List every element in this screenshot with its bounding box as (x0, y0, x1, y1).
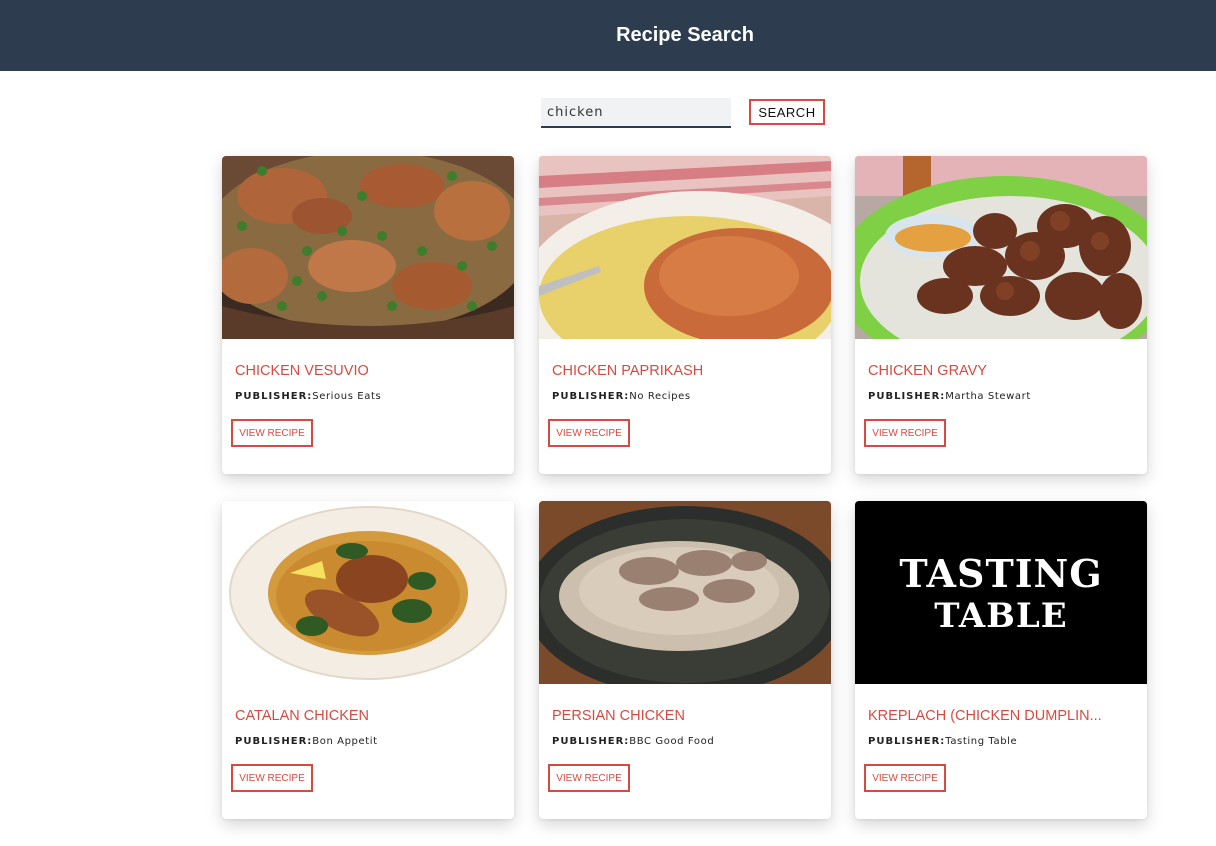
publisher-label: PUBLISHER: (868, 391, 946, 402)
persian-chicken-photo[interactable] (539, 501, 831, 684)
recipe-grid: Chicken Vesuvio PUBLISHER:Serious Eats V… (222, 156, 1147, 826)
publisher-name: BBC Good Food (629, 736, 715, 747)
recipe-title[interactable]: Catalan Chicken (235, 708, 505, 724)
search-input[interactable] (541, 98, 731, 128)
chicken-gravy-photo[interactable] (855, 156, 1147, 339)
recipe-card: Chicken Gravy PUBLISHER:Martha Stewart V… (855, 156, 1147, 474)
recipe-publisher: PUBLISHER:Serious Eats (235, 391, 381, 402)
recipe-publisher: PUBLISHER:No Recipes (552, 391, 691, 402)
publisher-name: Tasting Table (945, 736, 1018, 747)
view-recipe-button[interactable]: VIEW RECIPE (548, 419, 630, 447)
chicken-paprikash-photo[interactable] (539, 156, 831, 339)
recipe-title[interactable]: Chicken Vesuvio (235, 363, 505, 379)
recipe-card: Catalan Chicken PUBLISHER:Bon Appetit VI… (222, 501, 514, 819)
view-recipe-button[interactable]: VIEW RECIPE (548, 764, 630, 792)
search-button[interactable]: SEARCH (749, 99, 825, 125)
publisher-label: PUBLISHER: (235, 391, 313, 402)
recipe-publisher: PUBLISHER:BBC Good Food (552, 736, 714, 747)
publisher-label: PUBLISHER: (552, 391, 630, 402)
recipe-card: Persian Chicken PUBLISHER:BBC Good Food … (539, 501, 831, 819)
recipe-title[interactable]: KREPLACH (CHICKEN DUMPLIN... (868, 708, 1138, 724)
recipe-card: Chicken Vesuvio PUBLISHER:Serious Eats V… (222, 156, 514, 474)
publisher-name: Serious Eats (312, 391, 382, 402)
recipe-publisher: PUBLISHER:Tasting Table (868, 736, 1017, 747)
publisher-label: PUBLISHER: (868, 736, 946, 747)
recipe-title[interactable]: Chicken Gravy (868, 363, 1138, 379)
recipe-publisher: PUBLISHER:Martha Stewart (868, 391, 1031, 402)
recipe-title[interactable]: Chicken Paprikash (552, 363, 822, 379)
svg-text:TASTING: TASTING (899, 551, 1102, 596)
catalan-chicken-photo[interactable] (222, 501, 514, 684)
svg-text:TABLE: TABLE (934, 596, 1067, 636)
view-recipe-button[interactable]: VIEW RECIPE (231, 419, 313, 447)
publisher-name: Martha Stewart (945, 391, 1031, 402)
recipe-card: Chicken Paprikash PUBLISHER:No Recipes V… (539, 156, 831, 474)
recipe-card: TASTING TABLE KREPLACH (CHICKEN DUMPLIN.… (855, 501, 1147, 819)
view-recipe-button[interactable]: VIEW RECIPE (231, 764, 313, 792)
publisher-name: No Recipes (629, 391, 691, 402)
recipe-title[interactable]: Persian Chicken (552, 708, 822, 724)
app-header: Recipe Search (0, 0, 1216, 71)
view-recipe-button[interactable]: VIEW RECIPE (864, 419, 946, 447)
publisher-label: PUBLISHER: (552, 736, 630, 747)
publisher-name: Bon Appetit (312, 736, 378, 747)
tasting-table-logo[interactable]: TASTING TABLE (855, 501, 1147, 684)
view-recipe-button[interactable]: VIEW RECIPE (864, 764, 946, 792)
publisher-label: PUBLISHER: (235, 736, 313, 747)
chicken-vesuvio-photo[interactable] (222, 156, 514, 339)
recipe-publisher: PUBLISHER:Bon Appetit (235, 736, 378, 747)
page-title: Recipe Search (616, 24, 754, 46)
